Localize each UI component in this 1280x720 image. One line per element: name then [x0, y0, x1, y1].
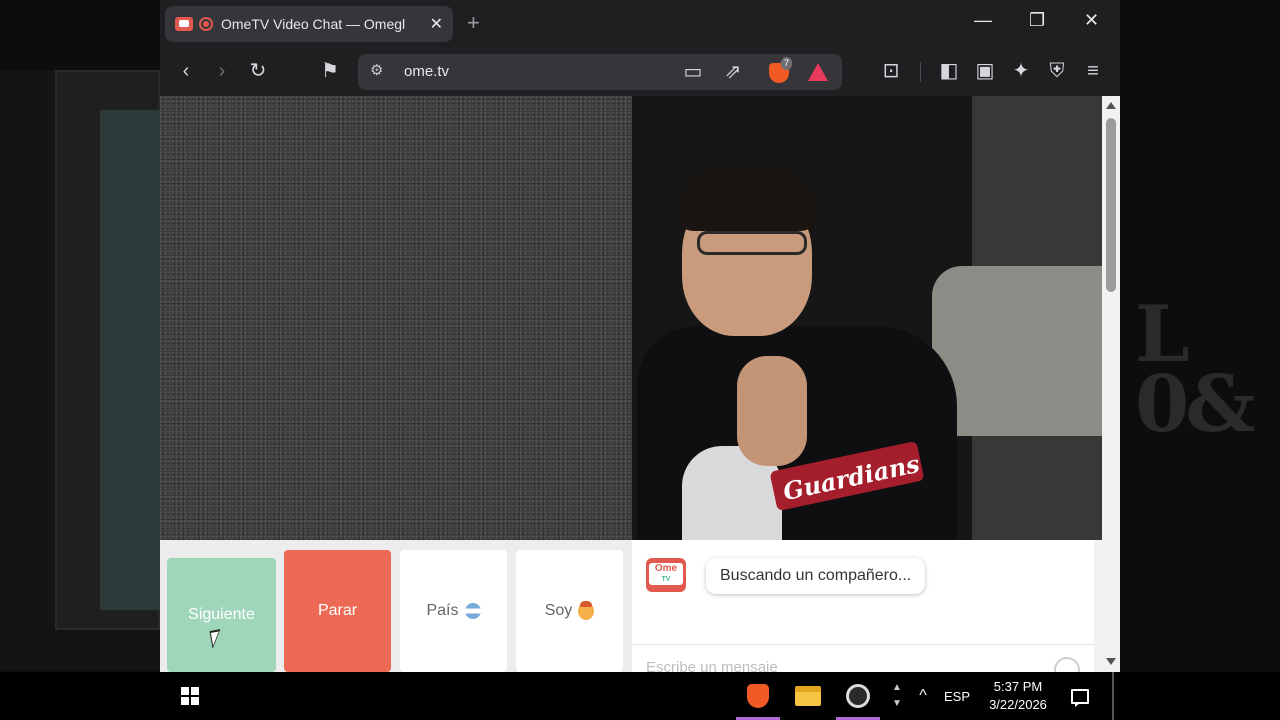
person-hair [677, 166, 817, 231]
page-scrollbar[interactable] [1102, 96, 1120, 672]
scroll-up-icon[interactable] [1106, 102, 1116, 109]
windows-logo-icon [181, 687, 199, 705]
screenshot-icon[interactable]: ⊡ [878, 58, 904, 84]
stop-button-label: Parar [317, 602, 358, 619]
background-logo-text: L 0& [1135, 289, 1256, 450]
page-viewport: Guardians Siguiente Parar País Soy Ome T… [160, 96, 1120, 672]
wallet-icon[interactable]: ▣ [972, 58, 998, 84]
share-icon[interactable]: ⇗ [720, 59, 746, 85]
new-tab-button[interactable]: + [467, 12, 480, 34]
recording-icon [199, 17, 213, 31]
tab-title: OmeTV Video Chat — Omegl [221, 16, 406, 32]
browser-window: OmeTV Video Chat — Omegl ✕ + — ❐ ✕ ‹ › ↻… [160, 0, 1120, 672]
brave-icon [747, 684, 769, 708]
mouse-cursor-icon [209, 629, 224, 649]
notification-icon [1071, 688, 1089, 707]
leo-ai-icon[interactable]: ✦ [1008, 58, 1034, 84]
forward-icon[interactable]: › [209, 58, 235, 84]
url-text[interactable]: ome.tv [404, 63, 449, 80]
chat-panel: Ome TV Buscando un compañero... Escribe u… [632, 540, 1094, 672]
taskbar-obs[interactable] [834, 672, 882, 720]
minimize-button[interactable]: — [974, 10, 992, 31]
video-person: Guardians [637, 146, 957, 540]
folder-icon [795, 686, 821, 706]
language-indicator[interactable]: ESP [942, 672, 972, 720]
toolbar-separator [920, 62, 921, 82]
person-hand [737, 356, 807, 466]
ometv-logo-icon: Ome TV [646, 558, 686, 592]
back-icon[interactable]: ‹ [173, 58, 199, 84]
close-window-button[interactable]: ✕ [1084, 10, 1099, 31]
clock-time: 5:37 PM [993, 679, 1043, 694]
next-button[interactable]: Siguiente [167, 558, 276, 672]
brave-rewards-icon[interactable] [808, 63, 828, 81]
boy-emoji-icon [578, 601, 595, 620]
background-right-logo: L 0& [1120, 240, 1280, 480]
show-desktop-button[interactable] [1112, 672, 1114, 720]
stop-button[interactable]: Parar [284, 550, 391, 672]
taskbar-scroll-up-icon[interactable]: ▲ [892, 680, 902, 696]
clock[interactable]: 5:37 PM 3/22/2026 [980, 672, 1056, 720]
argentina-flag-icon [464, 603, 481, 619]
cast-icon[interactable]: ▭ [680, 59, 706, 85]
maximize-button[interactable]: ❐ [1029, 10, 1045, 31]
background-window [100, 110, 160, 610]
start-button[interactable] [170, 672, 210, 720]
video-bed [932, 266, 1102, 436]
message-input-placeholder: Escribe un mensaje [646, 659, 778, 672]
chat-controls: Siguiente Parar País Soy [160, 540, 632, 672]
partner-video: Guardians [632, 96, 1102, 540]
notification-center[interactable] [1064, 672, 1096, 720]
reload-icon[interactable]: ↻ [245, 58, 271, 84]
taskbar-scroll-down-icon[interactable]: ▼ [892, 696, 902, 712]
address-bar[interactable]: ⚙ ome.tv ▭ ⇗ 7 [358, 54, 842, 90]
taskbar-scroll[interactable]: ▲ ▼ [888, 672, 906, 720]
background-left-wall [0, 70, 160, 670]
clock-date: 3/22/2026 [989, 697, 1047, 712]
tab-close-icon[interactable]: ✕ [430, 14, 443, 34]
next-button-label: Siguiente [188, 606, 255, 623]
tab-ometv[interactable]: OmeTV Video Chat — Omegl ✕ [165, 6, 453, 42]
taskbar-file-explorer[interactable] [784, 672, 832, 720]
tray-overflow-icon[interactable]: ^ [912, 672, 934, 720]
menu-icon[interactable]: ≡ [1080, 58, 1106, 84]
emoji-icon[interactable] [1054, 657, 1080, 672]
message-input[interactable]: Escribe un mensaje [632, 644, 1094, 672]
obs-icon [846, 684, 870, 708]
browser-toolbar: ‹ › ↻ ⚑ ⚙ ome.tv ▭ ⇗ 7 ⊡ ◧ ▣ ✦ ⛨ ≡ [160, 48, 1120, 96]
vpn-icon[interactable]: ⛨ [1044, 58, 1070, 84]
bookmark-icon[interactable]: ⚑ [317, 58, 343, 84]
status-message-bubble: Buscando un compañero... [706, 558, 926, 594]
ometv-favicon-icon [175, 17, 193, 31]
tab-bar: OmeTV Video Chat — Omegl ✕ + — ❐ ✕ [160, 0, 1120, 48]
taskbar-brave[interactable] [734, 672, 782, 720]
scroll-thumb[interactable] [1106, 118, 1116, 292]
site-settings-icon[interactable]: ⚙ [370, 61, 383, 79]
gender-button[interactable]: Soy [516, 550, 623, 672]
windows-taskbar: ▲ ▼ ^ ESP 5:37 PM 3/22/2026 [0, 672, 1280, 720]
gender-button-label: Soy [544, 602, 573, 619]
scroll-down-icon[interactable] [1106, 658, 1116, 665]
country-button-label: País [426, 602, 459, 619]
person-glasses [697, 231, 807, 255]
country-button[interactable]: País [400, 550, 507, 672]
sidebar-icon[interactable]: ◧ [936, 58, 962, 84]
shields-count-badge: 7 [781, 57, 793, 70]
own-video-static [160, 96, 632, 540]
